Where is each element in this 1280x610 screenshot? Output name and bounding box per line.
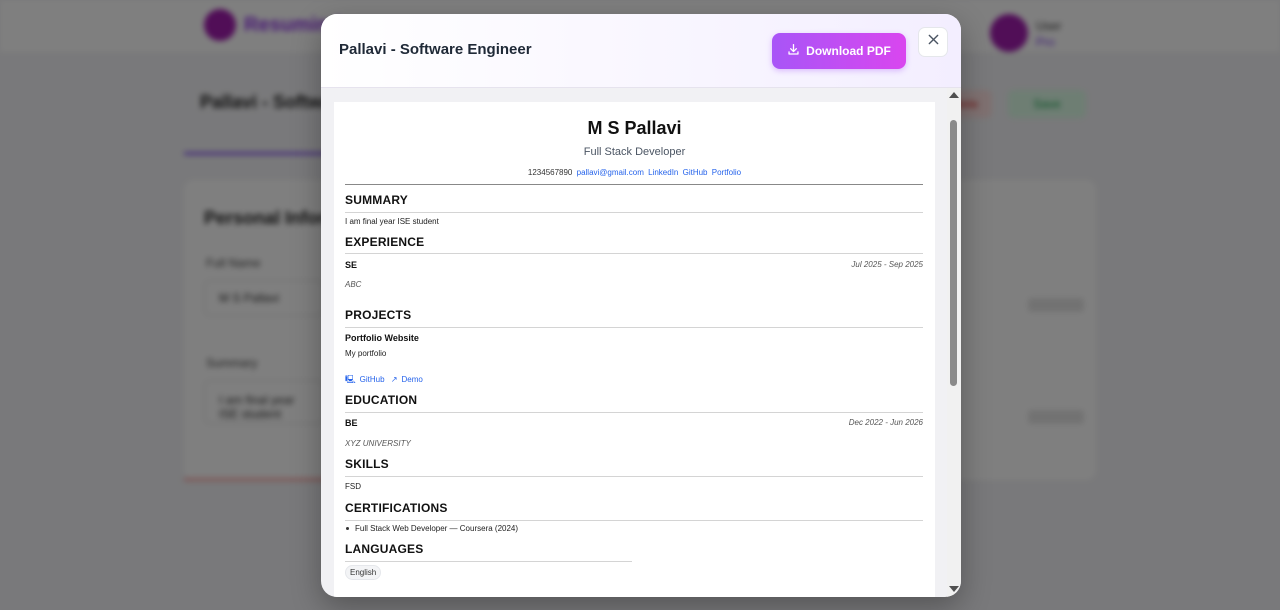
section-divider [345,561,632,562]
experience-dates: Jul 2025 - Sep 2025 [851,260,923,269]
close-icon [927,33,940,51]
section-divider [345,253,923,254]
education-heading: EDUCATION [345,393,418,407]
modal-body[interactable]: M S Pallavi Full Stack Developer 1234567… [321,88,961,597]
experience-title: SE [345,260,358,270]
github-icon: 🖳 [345,375,356,384]
experience-company: ABC [345,280,362,289]
external-link-icon: ↗ [390,375,398,384]
contact-email[interactable]: pallavi@gmail.com [577,168,644,177]
contact-phone: 1234567890 [527,168,573,177]
certification-item: Full Stack Web Developer — Coursera (202… [345,524,518,533]
resume-preview-modal: Pallavi - Software Engineer Download PDF… [321,14,961,597]
resume-contact: 1234567890 pallavi@gmail.com LinkedIn Gi… [334,168,935,177]
certifications-heading: CERTIFICATIONS [345,501,448,515]
scroll-up-arrow[interactable] [949,92,959,98]
section-divider [345,412,923,413]
download-icon [787,43,800,59]
linkedin-link[interactable]: LinkedIn [648,168,678,177]
education-school: XYZ UNIVERSITY [345,439,411,448]
github-link[interactable]: GitHub [683,168,708,177]
language-pill: English [345,565,382,580]
languages-heading: LANGUAGES [345,542,424,556]
education-degree: BE [345,418,358,428]
header-divider [345,184,923,185]
download-pdf-label: Download PDF [806,44,891,58]
projects-heading: PROJECTS [345,308,412,322]
resume-page: M S Pallavi Full Stack Developer 1234567… [334,102,935,597]
project-links: 🖳 GitHub ↗ Demo [345,374,423,388]
download-pdf-button[interactable]: Download PDF [772,33,906,69]
education-dates: Dec 2022 - Jun 2026 [848,418,923,427]
section-divider [345,327,923,328]
experience-heading: EXPERIENCE [345,235,425,249]
portfolio-link[interactable]: Portfolio [712,168,741,177]
summary-heading: SUMMARY [345,193,408,207]
section-divider [345,520,923,521]
project-github-link[interactable]: 🖳 GitHub [345,375,387,384]
resume-name: M S Pallavi [587,118,682,138]
modal-title: Pallavi - Software Engineer [339,41,532,58]
close-button[interactable] [918,27,948,57]
modal-header: Pallavi - Software Engineer Download PDF [321,14,961,88]
project-demo-link[interactable]: ↗ Demo [391,375,423,384]
bullet-dot [346,527,349,530]
summary-text: I am final year ISE student [345,217,439,226]
scroll-down-arrow[interactable] [949,586,959,592]
resume-role: Full Stack Developer [583,146,686,158]
section-divider [345,476,923,477]
project-description: My portfolio [345,349,387,358]
scrollbar-thumb[interactable] [950,120,957,386]
skills-text: FSD [345,482,361,491]
project-name: Portfolio Website [345,333,419,343]
section-divider [345,212,923,213]
certification-text: Full Stack Web Developer — Coursera (202… [355,524,519,533]
skills-heading: SKILLS [345,457,389,471]
